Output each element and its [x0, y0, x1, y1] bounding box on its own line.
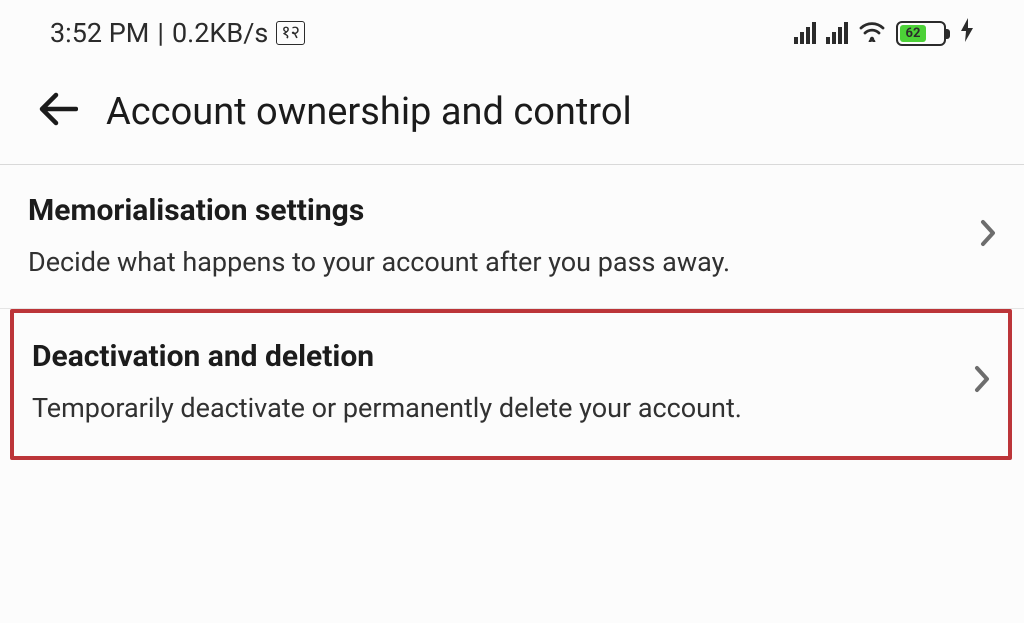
- status-time: 3:52 PM: [50, 17, 149, 49]
- highlighted-box: Deactivation and deletion Temporarily de…: [10, 309, 1012, 460]
- back-arrow-icon[interactable]: [38, 91, 78, 133]
- lang-badge: १२: [276, 21, 305, 45]
- signal-icon-2: [826, 22, 848, 44]
- memorialisation-settings-item[interactable]: Memorialisation settings Decide what hap…: [0, 165, 1024, 309]
- status-bar: 3:52 PM | 0.2KB/s १२ 62: [0, 0, 1024, 60]
- battery-icon: 62: [896, 21, 946, 46]
- chevron-right-icon: [980, 216, 996, 256]
- signal-icon-1: [794, 22, 816, 44]
- status-transfer: 0.2KB/s: [172, 17, 268, 49]
- item-subtitle: Decide what happens to your account afte…: [28, 246, 730, 278]
- item-title: Memorialisation settings: [28, 193, 730, 228]
- deactivation-deletion-item[interactable]: Deactivation and deletion Temporarily de…: [14, 313, 1008, 456]
- status-right: 62: [794, 18, 974, 48]
- page-title: Account ownership and control: [106, 90, 632, 134]
- status-left: 3:52 PM | 0.2KB/s १२: [50, 17, 305, 49]
- settings-list: Memorialisation settings Decide what hap…: [0, 165, 1024, 460]
- wifi-icon: [858, 20, 886, 47]
- battery-level: 62: [900, 25, 926, 42]
- page-header: Account ownership and control: [0, 60, 1024, 165]
- charging-icon: [960, 18, 974, 48]
- item-subtitle: Temporarily deactivate or permanently de…: [32, 392, 742, 424]
- item-title: Deactivation and deletion: [32, 339, 742, 374]
- chevron-right-icon: [974, 362, 990, 402]
